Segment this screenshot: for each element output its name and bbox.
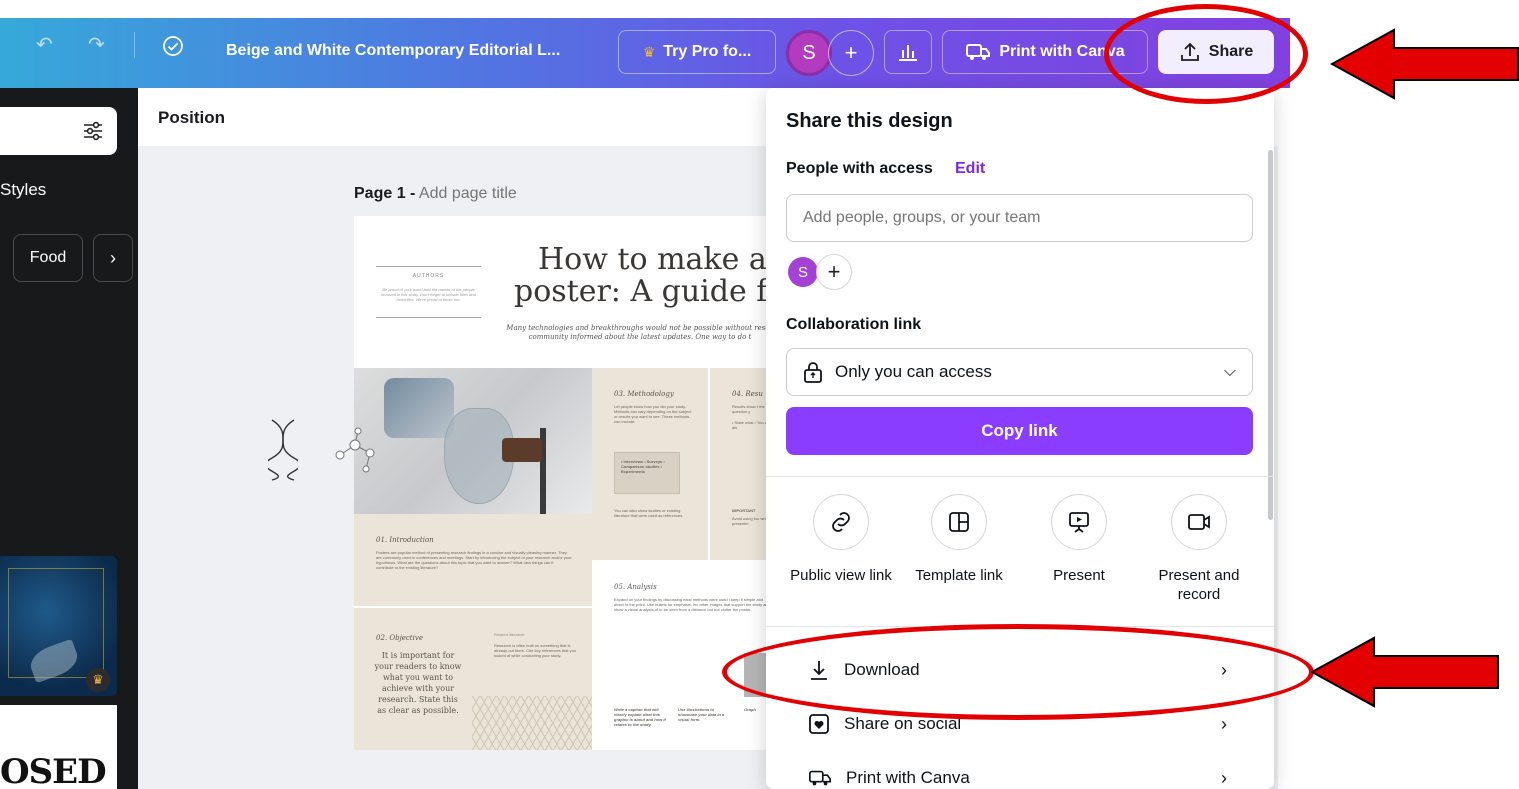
- edit-access-link[interactable]: Edit: [955, 160, 985, 178]
- dropdown-scrollbar[interactable]: [1268, 150, 1273, 520]
- lock-icon: [804, 362, 822, 383]
- page-number: Page 1 -: [354, 185, 416, 202]
- filter-icon[interactable]: [82, 121, 104, 147]
- access-level-value: Only you can access: [835, 362, 992, 381]
- cloud-saved-icon[interactable]: [162, 35, 184, 61]
- molecule-illustration: [335, 427, 375, 473]
- bar-chart-icon: [899, 45, 917, 61]
- analysis-title: 05. Analysis: [614, 583, 657, 591]
- poster-title-line1: How to make a r: [538, 242, 774, 277]
- heart-icon: [809, 714, 829, 734]
- collaboration-link-label: Collaboration link: [786, 316, 922, 333]
- present-option[interactable]: Present: [1024, 494, 1134, 585]
- copy-link-button[interactable]: Copy link: [786, 407, 1253, 455]
- redo-icon[interactable]: ↷: [88, 35, 105, 55]
- poster-title-line2: poster: A guide fo: [514, 274, 774, 309]
- present-and-record-label: Present and record: [1158, 567, 1240, 603]
- methodology-more: You can also show studies or existing li…: [614, 508, 684, 518]
- insights-button[interactable]: [884, 30, 932, 74]
- share-panel-title: Share this design: [786, 110, 953, 132]
- canva-screen: ↶ ↷ Beige and White Contemporary Editori…: [0, 0, 1519, 789]
- highlight-circle-share: [1104, 4, 1308, 104]
- present-and-record-option[interactable]: Present and record: [1144, 494, 1254, 604]
- add-people-input[interactable]: [786, 194, 1253, 242]
- authors-block: AUTHORS Be proud of your work! Add the n…: [376, 266, 481, 318]
- styles-heading: Styles: [0, 180, 47, 199]
- print-with-canva-label: Print with Canva: [846, 768, 970, 787]
- intro-text: Posters are popular method of presenting…: [376, 550, 572, 570]
- undo-icon[interactable]: ↶: [36, 35, 53, 55]
- objective-text: It is important for your readers to know…: [374, 651, 462, 715]
- user-avatar[interactable]: S: [786, 30, 832, 76]
- methodology-title: 03. Methodology: [614, 390, 674, 398]
- methodology-list: • Interviews • Surveys • Comparison stud…: [621, 459, 665, 474]
- methodology-list-box: • Interviews • Surveys • Comparison stud…: [614, 452, 680, 494]
- authors-text: Be proud of your work! Add the names of …: [381, 287, 476, 302]
- authors-heading: AUTHORS: [412, 273, 445, 279]
- add-collaborator-button[interactable]: +: [828, 30, 874, 76]
- page-title-placeholder[interactable]: Add page title: [419, 185, 517, 202]
- highlight-circle-download: [722, 624, 1314, 720]
- print-with-canva-row[interactable]: Print with Canva ›: [786, 754, 1253, 789]
- crown-icon: ♛: [86, 668, 110, 692]
- crown-icon: ♛: [642, 43, 656, 60]
- record-icon: [1171, 494, 1227, 550]
- link-icon: [813, 494, 869, 550]
- divider: [766, 476, 1274, 477]
- template-icon: [931, 494, 987, 550]
- chevron-right-icon[interactable]: ›: [93, 234, 133, 282]
- intro-title: 01. Introduction: [376, 536, 434, 544]
- position-button[interactable]: Position: [158, 108, 225, 128]
- add-person-button[interactable]: +: [816, 254, 852, 290]
- present-icon: [1051, 494, 1107, 550]
- public-view-link-label: Public view link: [790, 567, 892, 584]
- public-view-link-option[interactable]: Public view link: [786, 494, 896, 585]
- lab-clamp: [502, 438, 542, 462]
- chevron-down-icon: ⌵: [1223, 363, 1236, 380]
- chip-food[interactable]: Food: [13, 234, 83, 282]
- thumbnail-text: OSED: [0, 752, 107, 789]
- red-arrow-download: [1310, 636, 1499, 708]
- poster-page[interactable]: AUTHORS Be proud of your work! Add the n…: [354, 216, 774, 750]
- red-arrow-share: [1330, 28, 1519, 100]
- page-title[interactable]: Page 1 - Add page title: [354, 185, 517, 203]
- poster-subtitle: Many technologies and breakthroughs woul…: [506, 324, 774, 341]
- methodology-text: Let people know how you did your study. …: [614, 404, 692, 424]
- present-label: Present: [1053, 567, 1105, 584]
- related-text: Research is often built on something tha…: [494, 643, 577, 658]
- design-title[interactable]: Beige and White Contemporary Editorial L…: [226, 42, 560, 60]
- chevron-right-icon: ›: [1221, 713, 1227, 734]
- truck-icon: [809, 770, 831, 786]
- caption-1: Write a caption that will clearly explai…: [614, 707, 666, 727]
- lab-photo: [354, 368, 592, 514]
- people-with-access-label: People with access: [786, 160, 933, 177]
- methodology-section: 03. Methodology Let people know how you …: [592, 368, 708, 560]
- try-pro-label: Try Pro fo...: [663, 43, 752, 60]
- caption-3: Graph: [744, 707, 756, 712]
- important-label: IMPORTANT: [732, 508, 756, 513]
- toolbar-divider: [134, 32, 135, 58]
- collaborator-avatar[interactable]: S: [788, 257, 818, 287]
- truck-icon: [966, 44, 991, 60]
- introduction-section: 01. Introduction Posters are popular met…: [354, 514, 592, 606]
- gloved-hand: [384, 378, 454, 438]
- dna-illustration: [268, 419, 298, 481]
- access-level-select[interactable]: Only you can access ⌵: [786, 348, 1253, 396]
- chevron-right-icon: ›: [1221, 767, 1227, 788]
- try-pro-button[interactable]: ♛ Try Pro fo...: [618, 30, 776, 74]
- related-title: Related literature: [494, 632, 525, 637]
- decorative-pattern: [472, 696, 592, 750]
- caption-2: Use illustrations to showcase your data …: [678, 707, 725, 722]
- analysis-text: Expand on your findings by discussing wh…: [614, 597, 770, 612]
- objective-title: 02. Objective: [376, 634, 423, 642]
- template-link-option[interactable]: Template link: [904, 494, 1014, 585]
- results-section: 04. Resu Results show t the question y •…: [710, 368, 774, 560]
- poster-title: How to make a r poster: A guide fo: [514, 244, 774, 308]
- template-link-label: Template link: [915, 567, 1003, 584]
- objective-section: 02. Objective It is important for your r…: [354, 608, 472, 750]
